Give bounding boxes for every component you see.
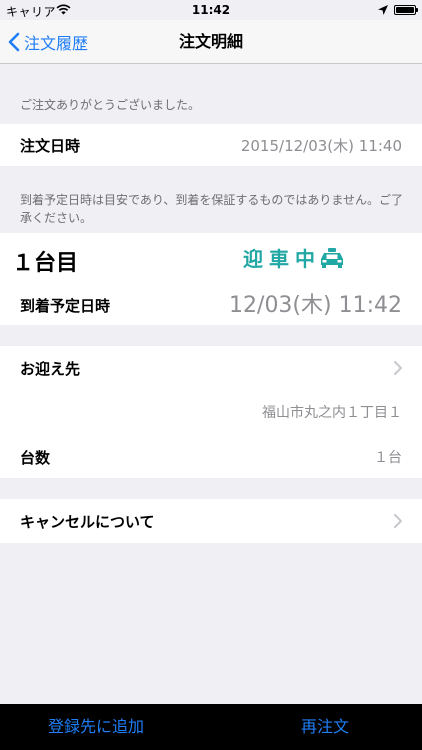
thanks-note: ご注文ありがとうございました。 [20, 98, 201, 112]
pickup-status: 迎車中 [243, 243, 345, 272]
add-to-registered-button[interactable]: 登録先に追加 [48, 704, 144, 750]
car-number: １台目 [12, 251, 79, 276]
status-time: 11:42 [191, 3, 231, 17]
back-button-label: 注文履歴 [24, 34, 89, 53]
pickup-status-label: 迎車中 [243, 247, 321, 271]
chevron-right-icon [394, 361, 402, 375]
pickup-section: お迎え先 福山市丸之内１丁目１ 台数 １台 [0, 346, 422, 478]
order-datetime-label: 注文日時 [20, 137, 81, 155]
pickup-label: お迎え先 [20, 360, 81, 378]
car-status-cell: １台目 迎車中 到着予定日時 12/03(木) 11:42 [0, 233, 422, 325]
battery-icon [394, 5, 418, 15]
pickup-row[interactable]: お迎え先 [0, 346, 422, 390]
back-chevron-icon [8, 32, 20, 52]
arrival-note: 到着予定日時は目安であり、到着を保証するものではありません。ご了承ください。 [20, 193, 404, 225]
navigation-bar: 注文履歴 注文明細 [0, 20, 422, 64]
chevron-right-icon [394, 514, 402, 528]
cancel-row[interactable]: キャンセルについて [0, 499, 422, 543]
back-button[interactable]: 注文履歴 [8, 20, 88, 64]
count-label: 台数 [20, 449, 51, 467]
arrival-value: 12/03(木) 11:42 [229, 293, 402, 318]
reorder-button[interactable]: 再注文 [301, 704, 349, 750]
taxi-icon [321, 247, 343, 268]
count-value: １台 [374, 450, 402, 466]
cancel-label: キャンセルについて [20, 513, 155, 531]
bottom-toolbar: 登録先に追加 再注文 [0, 704, 422, 750]
pickup-address: 福山市丸之内１丁目１ [262, 405, 402, 421]
location-icon [378, 4, 388, 18]
arrival-label: 到着予定日時 [20, 297, 111, 315]
order-datetime-cell: 注文日時 2015/12/03(木) 11:40 [0, 124, 422, 166]
order-datetime-value: 2015/12/03(木) 11:40 [240, 137, 402, 155]
status-bar: キャリア 11:42 [0, 0, 422, 20]
